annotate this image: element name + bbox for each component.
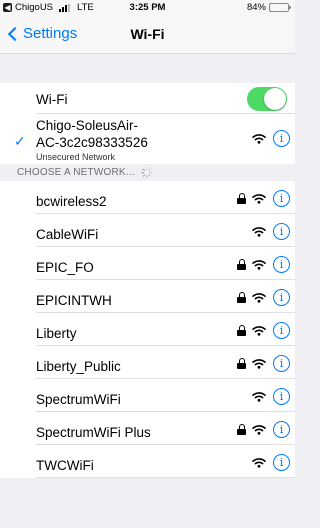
info-icon[interactable]: i bbox=[273, 355, 290, 372]
network-row[interactable]: CableWiFi i bbox=[0, 214, 295, 247]
network-name: bcwireless2 bbox=[36, 194, 107, 209]
network-icons: i bbox=[252, 388, 290, 405]
network-name: EPIC_FO bbox=[36, 260, 94, 275]
network-icons: i bbox=[252, 454, 290, 471]
connected-network-name-line1: Chigo-SoleusAir- bbox=[36, 118, 139, 133]
network-row[interactable]: EPICINTWH i bbox=[0, 280, 295, 313]
network-name: Liberty_Public bbox=[36, 359, 121, 374]
navigation-bar: Settings Wi-Fi bbox=[0, 16, 295, 54]
section-header-label: CHOOSE A NETWORK... bbox=[17, 167, 135, 178]
wifi-signal-icon bbox=[252, 326, 266, 336]
wifi-signal-icon bbox=[252, 194, 266, 204]
network-row[interactable]: Liberty i bbox=[0, 313, 295, 346]
wifi-signal-icon bbox=[252, 227, 266, 237]
network-row[interactable]: TWCWiFi i bbox=[0, 445, 295, 478]
lock-icon bbox=[237, 325, 246, 336]
network-name: EPICINTWH bbox=[36, 293, 112, 308]
connected-network-icons: i bbox=[252, 130, 290, 147]
section-header: CHOOSE A NETWORK... bbox=[17, 167, 152, 178]
loading-spinner-icon bbox=[140, 167, 152, 178]
battery-percent: 84% bbox=[246, 2, 266, 13]
row-separator bbox=[36, 477, 295, 478]
lock-icon bbox=[237, 358, 246, 369]
network-name: SpectrumWiFi Plus bbox=[36, 425, 151, 440]
network-name: SpectrumWiFi bbox=[36, 392, 121, 407]
status-right: 84% bbox=[246, 2, 291, 13]
wifi-signal-icon bbox=[252, 260, 266, 270]
wifi-signal-icon bbox=[252, 425, 266, 435]
network-name: TWCWiFi bbox=[36, 458, 94, 473]
wifi-signal-icon bbox=[252, 359, 266, 369]
network-row[interactable]: SpectrumWiFi i bbox=[0, 379, 295, 412]
wifi-signal-icon bbox=[252, 293, 266, 303]
wifi-signal-icon bbox=[252, 458, 266, 468]
network-icons: i bbox=[237, 421, 290, 438]
connected-network-name: Chigo-SoleusAir- AC-3c2c98333526 bbox=[36, 117, 148, 151]
lock-icon bbox=[237, 193, 246, 204]
info-icon[interactable]: i bbox=[273, 454, 290, 471]
info-icon[interactable]: i bbox=[273, 289, 290, 306]
network-row[interactable]: EPIC_FO i bbox=[0, 247, 295, 280]
battery-icon bbox=[269, 3, 291, 12]
network-row[interactable]: SpectrumWiFi Plus i bbox=[0, 412, 295, 445]
network-icons: i bbox=[237, 289, 290, 306]
info-icon[interactable]: i bbox=[273, 388, 290, 405]
network-icons: i bbox=[237, 190, 290, 207]
toggle-knob bbox=[264, 88, 286, 110]
network-icons: i bbox=[237, 322, 290, 339]
checkmark-icon: ✓ bbox=[14, 133, 26, 149]
network-icons: i bbox=[252, 223, 290, 240]
info-icon[interactable]: i bbox=[273, 130, 290, 147]
network-name: Liberty bbox=[36, 326, 77, 341]
network-row[interactable]: bcwireless2 i bbox=[0, 181, 295, 214]
page-title: Wi-Fi bbox=[130, 26, 165, 42]
connected-network-row[interactable]: ✓ Chigo-SoleusAir- AC-3c2c98333526 Unsec… bbox=[0, 114, 295, 164]
wifi-toggle-switch[interactable] bbox=[247, 87, 287, 111]
connected-network-subtitle: Unsecured Network bbox=[36, 152, 116, 162]
network-icons: i bbox=[237, 355, 290, 372]
lock-icon bbox=[237, 424, 246, 435]
status-bar: ◀ ChigoUS LTE 3:25 PM 84% bbox=[0, 0, 295, 16]
info-icon[interactable]: i bbox=[273, 256, 290, 273]
lock-icon bbox=[237, 292, 246, 303]
connected-network-name-line2: AC-3c2c98333526 bbox=[36, 135, 148, 150]
network-name: CableWiFi bbox=[36, 227, 99, 242]
wifi-signal-icon bbox=[252, 392, 266, 402]
lock-icon bbox=[237, 259, 246, 270]
wifi-toggle-row: Wi-Fi bbox=[0, 83, 295, 114]
network-row[interactable]: Liberty_Public i bbox=[0, 346, 295, 379]
wifi-toggle-label: Wi-Fi bbox=[36, 92, 68, 107]
info-icon[interactable]: i bbox=[273, 223, 290, 240]
wifi-signal-icon bbox=[252, 134, 266, 144]
network-icons: i bbox=[237, 256, 290, 273]
info-icon[interactable]: i bbox=[273, 421, 290, 438]
info-icon[interactable]: i bbox=[273, 322, 290, 339]
info-icon[interactable]: i bbox=[273, 190, 290, 207]
